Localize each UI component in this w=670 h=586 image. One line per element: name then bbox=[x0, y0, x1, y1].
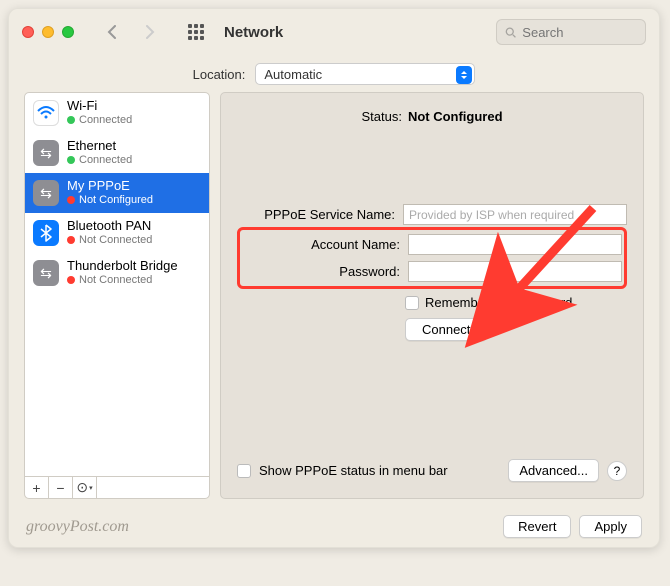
apply-button[interactable]: Apply bbox=[579, 515, 642, 538]
show-status-checkbox[interactable] bbox=[237, 464, 251, 478]
traffic-lights bbox=[22, 26, 74, 38]
window-title: Network bbox=[224, 24, 283, 41]
service-item-thunderbolt[interactable]: ⇆ Thunderbolt BridgeNot Connected bbox=[25, 253, 209, 293]
thunderbolt-icon: ⇆ bbox=[33, 260, 59, 286]
service-name-label: PPPoE Service Name: bbox=[237, 207, 395, 222]
select-arrows-icon bbox=[456, 66, 472, 84]
status-dot-icon bbox=[67, 196, 75, 204]
window-footer: groovyPost.com Revert Apply bbox=[8, 509, 660, 548]
service-item-wifi[interactable]: Wi-FiConnected bbox=[25, 93, 209, 133]
connect-button[interactable]: Connect bbox=[405, 318, 487, 341]
show-all-icon[interactable] bbox=[188, 24, 204, 40]
search-icon bbox=[505, 26, 516, 39]
advanced-button[interactable]: Advanced... bbox=[508, 459, 599, 482]
service-name-input[interactable] bbox=[403, 204, 627, 225]
service-item-ethernet[interactable]: ⇆ EthernetConnected bbox=[25, 133, 209, 173]
search-input[interactable] bbox=[522, 25, 637, 40]
titlebar: Network bbox=[8, 8, 660, 56]
forward-button[interactable] bbox=[138, 20, 162, 44]
ethernet-icon: ⇆ bbox=[33, 140, 59, 166]
status-label: Status: bbox=[361, 109, 401, 124]
service-options-button[interactable]: ⊙▾ bbox=[73, 477, 97, 498]
password-label: Password: bbox=[242, 264, 400, 279]
status-dot-icon bbox=[67, 236, 75, 244]
status-value: Not Configured bbox=[408, 109, 503, 124]
service-item-bluetooth[interactable]: Bluetooth PANNot Connected bbox=[25, 213, 209, 253]
service-name: My PPPoE bbox=[67, 179, 153, 194]
content-panel: Status: Not Configured PPPoE Service Nam… bbox=[220, 92, 644, 499]
sidebar-footer: + − ⊙▾ bbox=[25, 476, 209, 498]
prefs-window: Network Location: Automatic Wi-FiConnect… bbox=[8, 8, 660, 548]
annotation-highlight: Account Name: Password: bbox=[237, 227, 627, 289]
help-button[interactable]: ? bbox=[607, 461, 627, 481]
wifi-icon bbox=[33, 100, 59, 126]
pppoe-icon: ⇆ bbox=[33, 180, 59, 206]
remove-service-button[interactable]: − bbox=[49, 477, 73, 498]
revert-button[interactable]: Revert bbox=[503, 515, 571, 538]
location-row: Location: Automatic bbox=[8, 56, 660, 92]
service-name: Thunderbolt Bridge bbox=[67, 259, 178, 274]
remember-password-checkbox[interactable] bbox=[405, 296, 419, 310]
location-label: Location: bbox=[193, 67, 246, 82]
location-value: Automatic bbox=[256, 67, 330, 82]
status-dot-icon bbox=[67, 156, 75, 164]
account-name-input[interactable] bbox=[408, 234, 622, 255]
remember-password-label: Remember this password bbox=[425, 295, 572, 310]
service-sidebar: Wi-FiConnected ⇆ EthernetConnected ⇆ My … bbox=[24, 92, 210, 499]
location-select[interactable]: Automatic bbox=[255, 63, 475, 85]
bluetooth-icon bbox=[33, 220, 59, 246]
zoom-window-button[interactable] bbox=[62, 26, 74, 38]
service-item-pppoe[interactable]: ⇆ My PPPoENot Configured bbox=[25, 173, 209, 213]
show-status-label: Show PPPoE status in menu bar bbox=[259, 463, 448, 478]
status-dot-icon bbox=[67, 116, 75, 124]
watermark: groovyPost.com bbox=[26, 518, 129, 536]
account-name-label: Account Name: bbox=[242, 237, 400, 252]
close-window-button[interactable] bbox=[22, 26, 34, 38]
minimize-window-button[interactable] bbox=[42, 26, 54, 38]
back-button[interactable] bbox=[100, 20, 124, 44]
add-service-button[interactable]: + bbox=[25, 477, 49, 498]
service-name: Wi-Fi bbox=[67, 99, 132, 114]
status-dot-icon bbox=[67, 276, 75, 284]
password-input[interactable] bbox=[408, 261, 622, 282]
service-list: Wi-FiConnected ⇆ EthernetConnected ⇆ My … bbox=[25, 93, 209, 476]
search-field[interactable] bbox=[496, 19, 646, 45]
service-name: Ethernet bbox=[67, 139, 132, 154]
service-name: Bluetooth PAN bbox=[67, 219, 152, 234]
